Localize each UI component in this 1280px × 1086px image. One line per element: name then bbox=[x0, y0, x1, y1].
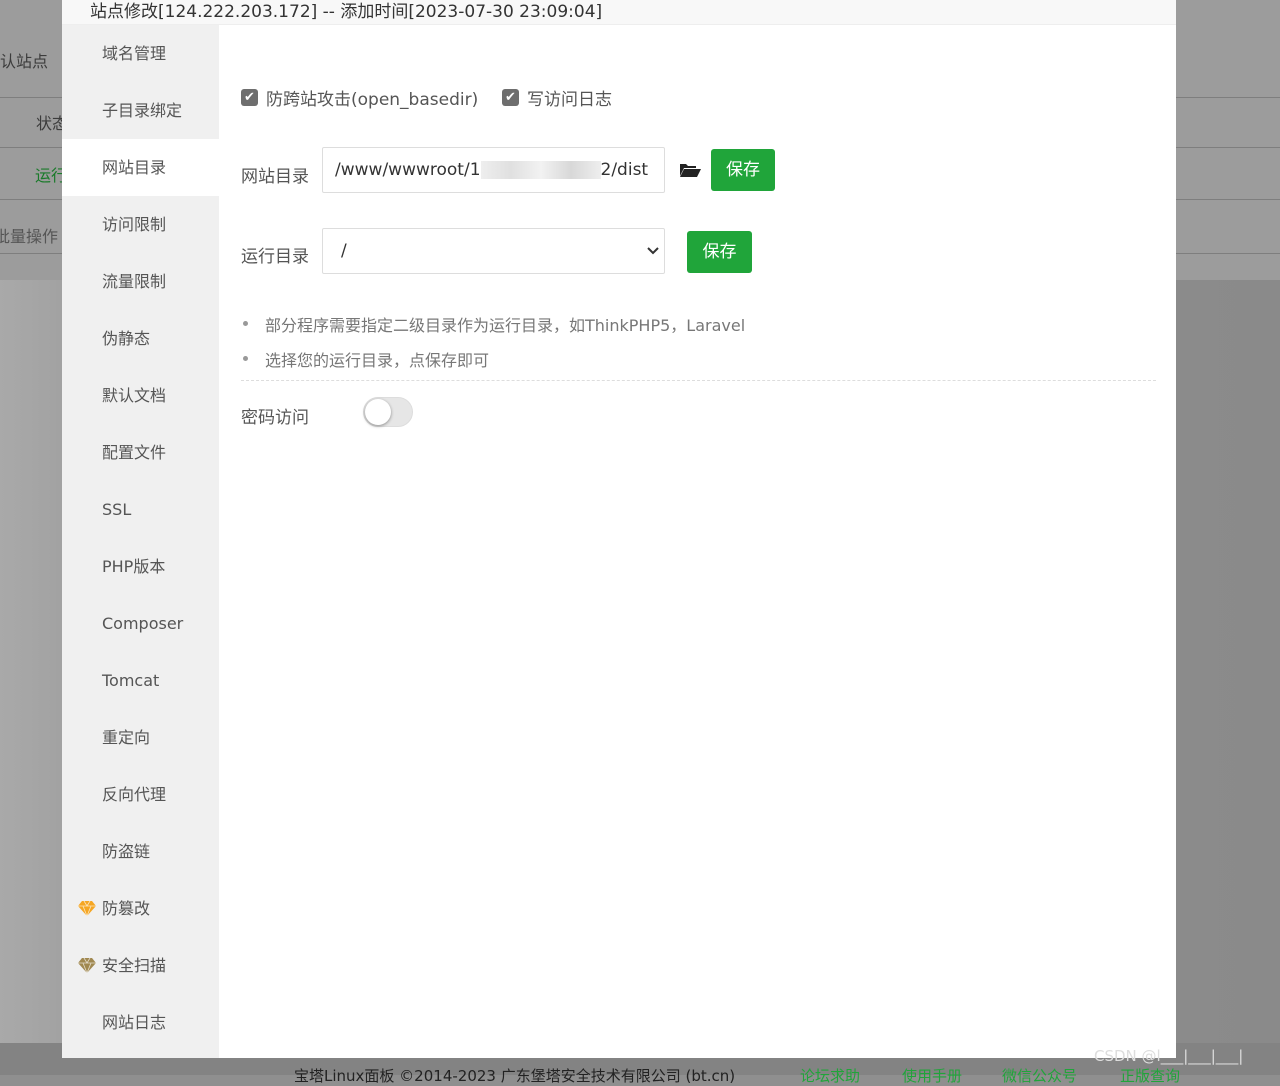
site-dir-value-start: /www/wwwroot/1 bbox=[335, 160, 481, 180]
sidebar-item[interactable]: 防篡改 bbox=[62, 880, 219, 937]
access-log-checkbox[interactable]: ✔ 写访问日志 bbox=[502, 85, 612, 110]
modal-title: 站点修改[124.222.203.172] -- 添加时间[2023-07-30… bbox=[90, 2, 603, 22]
sidebar-item-label: 流量限制 bbox=[102, 272, 167, 291]
sidebar-item-label: 反向代理 bbox=[102, 785, 167, 804]
site-dir-value-end: 2/dist bbox=[600, 160, 649, 180]
sidebar-item[interactable]: 安全扫描 bbox=[62, 937, 219, 994]
run-dir-select[interactable]: / bbox=[322, 228, 665, 274]
sidebar-item[interactable]: 重定向 bbox=[62, 709, 219, 766]
sidebar-item[interactable]: 域名管理 bbox=[62, 25, 219, 82]
bg-text: 认站点 bbox=[0, 52, 49, 71]
footer-link-manual[interactable]: 使用手册 bbox=[902, 1065, 962, 1086]
toggle-knob bbox=[365, 399, 391, 425]
sidebar-item-label: Composer bbox=[102, 614, 184, 633]
run-dir-value: / bbox=[341, 241, 347, 261]
tip-item: 选择您的运行目录，点保存即可 bbox=[241, 347, 745, 382]
tips-list: 部分程序需要指定二级目录作为运行目录，如ThinkPHP5，Laravel 选择… bbox=[241, 312, 745, 382]
sidebar-item[interactable]: 网站目录 bbox=[62, 139, 219, 196]
sidebar-item-label: 伪静态 bbox=[102, 329, 151, 348]
chevron-down-icon bbox=[647, 247, 659, 255]
redacted-blur bbox=[480, 161, 601, 179]
sidebar-item[interactable]: SSL bbox=[62, 481, 219, 538]
sidebar-item-label: 网站日志 bbox=[102, 1013, 167, 1032]
sidebar-item[interactable]: 网站日志 bbox=[62, 994, 219, 1051]
gem-icon bbox=[78, 900, 96, 916]
sidebar-item-label: 域名管理 bbox=[102, 44, 167, 63]
sidebar-item-label: 安全扫描 bbox=[102, 956, 167, 975]
folder-open-icon[interactable] bbox=[679, 162, 701, 178]
sidebar-item-label: 重定向 bbox=[102, 728, 151, 747]
sidebar-item-label: 网站目录 bbox=[102, 158, 167, 177]
footer-link-license[interactable]: 正版查询 bbox=[1120, 1065, 1180, 1086]
bg-text: 批量操作 bbox=[0, 227, 59, 246]
password-access-label: 密码访问 bbox=[241, 408, 309, 428]
checkbox-label: 写访问日志 bbox=[527, 90, 612, 110]
check-icon: ✔ bbox=[502, 89, 519, 106]
tip-item: 部分程序需要指定二级目录作为运行目录，如ThinkPHP5，Laravel bbox=[241, 312, 745, 347]
site-dir-input[interactable]: /www/wwwroot/1 2/dist bbox=[322, 147, 665, 193]
watermark: CSDN @l___|___|___| bbox=[1094, 1047, 1244, 1065]
sidebar-item[interactable]: Tomcat bbox=[62, 652, 219, 709]
divider bbox=[241, 380, 1156, 381]
site-dir-label: 网站目录 bbox=[241, 167, 309, 187]
sidebar-item[interactable]: Composer bbox=[62, 595, 219, 652]
sidebar-item[interactable]: 默认文档 bbox=[62, 367, 219, 424]
sidebar: 域名管理子目录绑定网站目录访问限制流量限制伪静态默认文档配置文件 SSL PHP版本… bbox=[62, 25, 219, 1058]
sidebar-item[interactable]: 反向代理 bbox=[62, 766, 219, 823]
site-edit-modal: 站点修改[124.222.203.172] -- 添加时间[2023-07-30… bbox=[62, 0, 1176, 1058]
sidebar-item[interactable]: 访问限制 bbox=[62, 196, 219, 253]
open-basedir-checkbox[interactable]: ✔ 防跨站攻击(open_basedir) bbox=[241, 85, 478, 110]
sidebar-item-label: 访问限制 bbox=[102, 215, 167, 234]
sidebar-item-label: 默认文档 bbox=[102, 386, 167, 405]
footer-link-wechat[interactable]: 微信公众号 bbox=[1002, 1065, 1077, 1086]
sidebar-item-label: 配置文件 bbox=[102, 443, 167, 462]
sidebar-item[interactable]: PHP版本 bbox=[62, 538, 219, 595]
sidebar-item-label: 子目录绑定 bbox=[102, 101, 183, 120]
checkbox-label: 防跨站攻击(open_basedir) bbox=[266, 90, 479, 110]
sidebar-item[interactable]: 配置文件 bbox=[62, 424, 219, 481]
save-site-dir-button[interactable]: 保存 bbox=[711, 149, 775, 191]
sidebar-item-label: Tomcat bbox=[102, 671, 160, 690]
sidebar-item[interactable]: 流量限制 bbox=[62, 253, 219, 310]
sidebar-item[interactable]: 子目录绑定 bbox=[62, 82, 219, 139]
sidebar-item-label: SSL bbox=[102, 500, 132, 519]
run-dir-label: 运行目录 bbox=[241, 247, 309, 267]
sidebar-item[interactable]: 防盗链 bbox=[62, 823, 219, 880]
sidebar-item-label: PHP版本 bbox=[102, 557, 166, 576]
modal-header: 站点修改[124.222.203.172] -- 添加时间[2023-07-30… bbox=[62, 0, 1176, 25]
sidebar-item[interactable]: 伪静态 bbox=[62, 310, 219, 367]
sidebar-item-label: 防篡改 bbox=[102, 899, 151, 918]
gem-icon bbox=[78, 957, 96, 973]
footer-copyright: 宝塔Linux面板 ©2014-2023 广东堡塔安全技术有限公司 (bt.cn… bbox=[294, 1067, 736, 1085]
footer-link-forum[interactable]: 论坛求助 bbox=[800, 1065, 860, 1086]
save-run-dir-button[interactable]: 保存 bbox=[687, 231, 752, 273]
password-access-toggle[interactable] bbox=[363, 397, 413, 427]
check-icon: ✔ bbox=[241, 89, 258, 106]
sidebar-item-label: 防盗链 bbox=[102, 842, 151, 861]
